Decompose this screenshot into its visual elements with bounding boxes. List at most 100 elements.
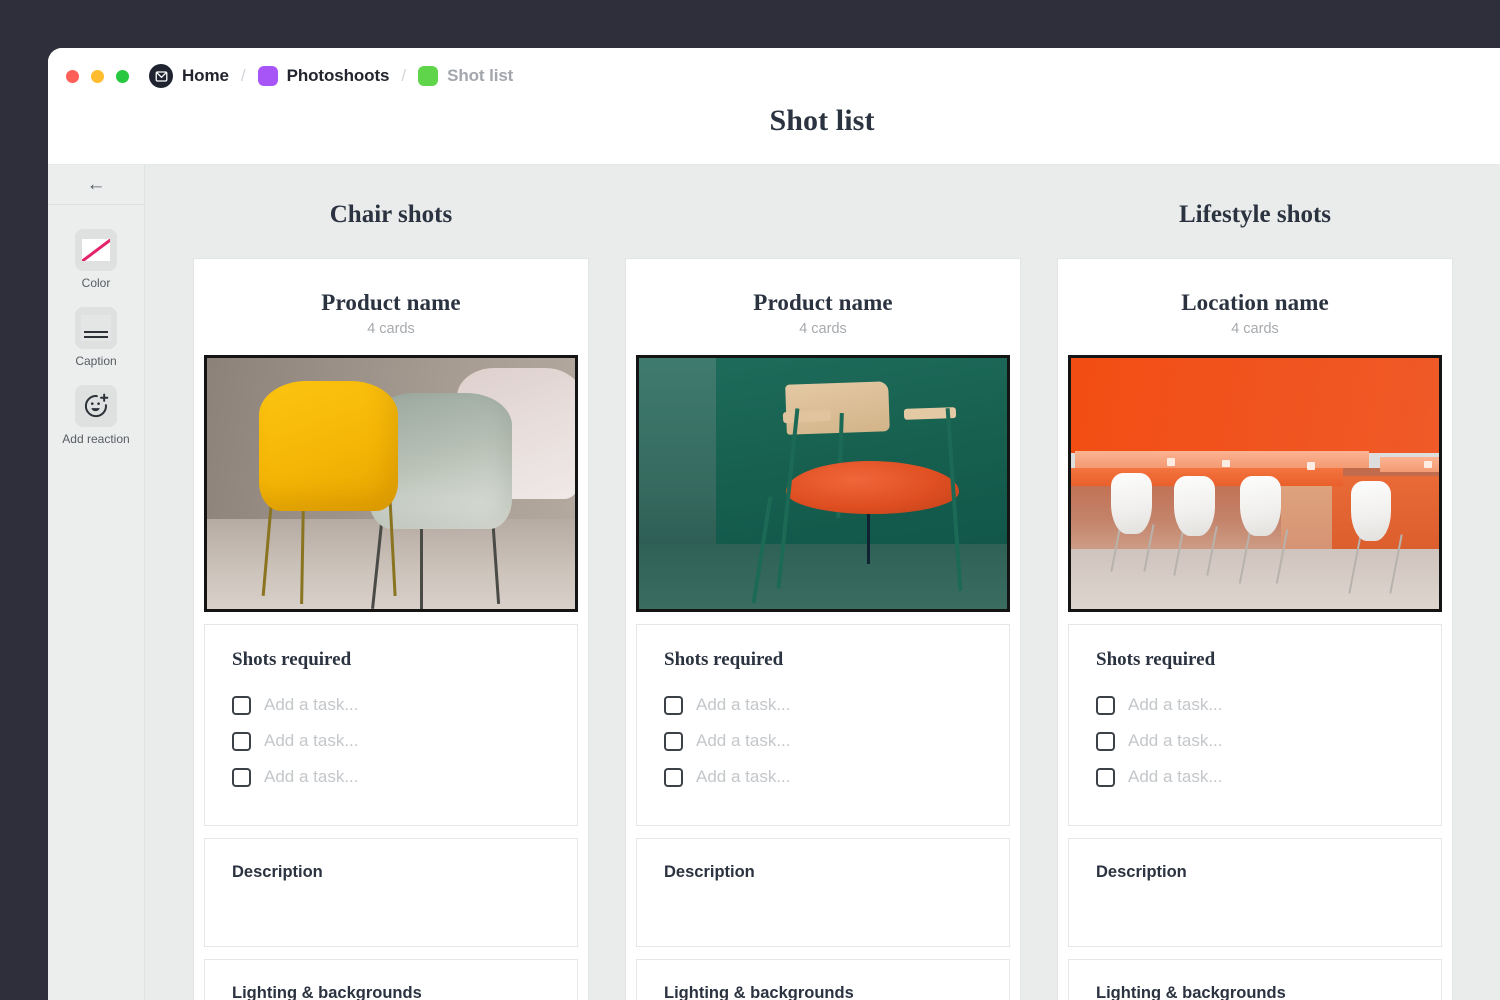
task-checkbox[interactable] xyxy=(232,768,251,787)
task-row[interactable]: Add a task... xyxy=(1096,723,1414,759)
section-title-shots-required: Shots required xyxy=(1096,649,1414,671)
green-room-orange-seat-chair-photo[interactable] xyxy=(636,355,1010,612)
task-input[interactable]: Add a task... xyxy=(264,767,359,787)
description-section[interactable]: Description xyxy=(1068,838,1442,947)
task-checkbox[interactable] xyxy=(232,696,251,715)
task-row[interactable]: Add a task... xyxy=(664,759,982,795)
shots-required-section: Shots required Add a task... Add a task.… xyxy=(636,624,1010,826)
breadcrumb-label-photoshoots: Photoshoots xyxy=(287,66,390,86)
description-section[interactable]: Description xyxy=(204,838,578,947)
card-title: Product name xyxy=(636,290,1010,316)
card-title: Location name xyxy=(1068,290,1442,316)
section-title-shots-required: Shots required xyxy=(664,649,982,671)
task-row[interactable]: Add a task... xyxy=(232,687,550,723)
card-subtitle: 4 cards xyxy=(1068,321,1442,337)
breadcrumb-separator: / xyxy=(397,66,410,86)
column-title: Lifestyle shots xyxy=(1057,201,1453,229)
section-title-description: Description xyxy=(1096,863,1414,882)
orange-wall-white-chairs-photo[interactable] xyxy=(1068,355,1442,612)
section-title-description: Description xyxy=(232,863,550,882)
board-column-lifestyle-shots: Lifestyle shots Location name 4 cards xyxy=(1057,201,1453,1000)
card-header: Product name 4 cards xyxy=(204,269,578,355)
task-row[interactable]: Add a task... xyxy=(1096,687,1414,723)
shot-card[interactable]: Location name 4 cards xyxy=(1057,258,1453,1000)
app-logo-icon xyxy=(149,64,173,88)
app-body: ← Color Caption xyxy=(48,165,1500,1000)
card-header: Product name 4 cards xyxy=(636,269,1010,355)
task-row[interactable]: Add a task... xyxy=(232,723,550,759)
task-row[interactable]: Add a task... xyxy=(664,723,982,759)
page-title: Shot list xyxy=(769,104,874,138)
lighting-backgrounds-section[interactable]: Lighting & backgrounds xyxy=(1068,959,1442,1000)
board-canvas[interactable]: Chair shots Product name 4 cards xyxy=(145,165,1500,1000)
task-row[interactable]: Add a task... xyxy=(232,759,550,795)
shots-required-section: Shots required Add a task... Add a task.… xyxy=(1068,624,1442,826)
task-input[interactable]: Add a task... xyxy=(264,731,359,751)
lighting-backgrounds-section[interactable]: Lighting & backgrounds xyxy=(204,959,578,1000)
breadcrumb-separator: / xyxy=(237,66,250,86)
shot-card[interactable]: Product name 4 cards xyxy=(193,258,589,1000)
task-row[interactable]: Add a task... xyxy=(1096,759,1414,795)
caption-icon xyxy=(75,307,117,349)
breadcrumb: Home / Photoshoots / Shot list xyxy=(149,64,513,88)
toolbar-label-color: Color xyxy=(82,276,111,290)
toolbar-label-add-reaction: Add reaction xyxy=(62,432,129,446)
left-toolbar: ← Color Caption xyxy=(48,165,145,1000)
task-input[interactable]: Add a task... xyxy=(696,731,791,751)
shots-required-section: Shots required Add a task... Add a task.… xyxy=(204,624,578,826)
toolbar-header: ← xyxy=(48,165,144,205)
task-checkbox[interactable] xyxy=(664,732,683,751)
task-input[interactable]: Add a task... xyxy=(264,695,359,715)
task-checkbox[interactable] xyxy=(1096,768,1115,787)
section-title-lighting-backgrounds: Lighting & backgrounds xyxy=(1096,984,1414,1000)
task-checkbox[interactable] xyxy=(1096,696,1115,715)
card-header: Location name 4 cards xyxy=(1068,269,1442,355)
task-input[interactable]: Add a task... xyxy=(1128,767,1223,787)
close-window-button[interactable] xyxy=(66,70,79,83)
breadcrumb-swatch-photoshoots xyxy=(258,66,278,86)
lighting-backgrounds-section[interactable]: Lighting & backgrounds xyxy=(636,959,1010,1000)
task-row[interactable]: Add a task... xyxy=(664,687,982,723)
card-title: Product name xyxy=(204,290,578,316)
toolbar-item-caption[interactable]: Caption xyxy=(51,307,141,368)
task-checkbox[interactable] xyxy=(1096,732,1115,751)
breadcrumb-item-home[interactable]: Home xyxy=(149,64,229,88)
toolbar-label-caption: Caption xyxy=(75,354,116,368)
task-checkbox[interactable] xyxy=(664,696,683,715)
add-reaction-icon xyxy=(75,385,117,427)
task-input[interactable]: Add a task... xyxy=(696,695,791,715)
breadcrumb-swatch-shot-list xyxy=(418,66,438,86)
maximize-window-button[interactable] xyxy=(116,70,129,83)
breadcrumb-label-home: Home xyxy=(182,66,229,86)
card-subtitle: 4 cards xyxy=(204,321,578,337)
section-title-shots-required: Shots required xyxy=(232,649,550,671)
task-input[interactable]: Add a task... xyxy=(696,767,791,787)
color-swatch-icon xyxy=(75,229,117,271)
task-checkbox[interactable] xyxy=(232,732,251,751)
toolbar-item-color[interactable]: Color xyxy=(51,229,141,290)
traffic-light-buttons xyxy=(66,70,129,83)
back-arrow-icon[interactable]: ← xyxy=(87,175,106,194)
section-title-description: Description xyxy=(664,863,982,882)
minimize-window-button[interactable] xyxy=(91,70,104,83)
breadcrumb-item-shot-list[interactable]: Shot list xyxy=(418,66,513,86)
column-title xyxy=(625,201,1021,229)
card-subtitle: 4 cards xyxy=(636,321,1010,337)
task-input[interactable]: Add a task... xyxy=(1128,695,1223,715)
toolbar-item-add-reaction[interactable]: Add reaction xyxy=(51,385,141,446)
task-checkbox[interactable] xyxy=(664,768,683,787)
app-window: Home / Photoshoots / Shot list Shot list… xyxy=(48,48,1500,1000)
window-titlebar: Home / Photoshoots / Shot list xyxy=(48,48,1500,104)
board-column-second: Product name 4 cards xyxy=(625,201,1021,1000)
section-title-lighting-backgrounds: Lighting & backgrounds xyxy=(664,984,982,1000)
shot-card[interactable]: Product name 4 cards xyxy=(625,258,1021,1000)
board-column-chair-shots: Chair shots Product name 4 cards xyxy=(193,201,589,1000)
section-title-lighting-backgrounds: Lighting & backgrounds xyxy=(232,984,550,1000)
column-title: Chair shots xyxy=(193,201,589,229)
breadcrumb-item-photoshoots[interactable]: Photoshoots xyxy=(258,66,390,86)
yellow-and-grey-chairs-photo[interactable] xyxy=(204,355,578,612)
breadcrumb-label-shot-list: Shot list xyxy=(447,66,513,86)
description-section[interactable]: Description xyxy=(636,838,1010,947)
board-columns: Chair shots Product name 4 cards xyxy=(145,165,1500,1000)
task-input[interactable]: Add a task... xyxy=(1128,731,1223,751)
